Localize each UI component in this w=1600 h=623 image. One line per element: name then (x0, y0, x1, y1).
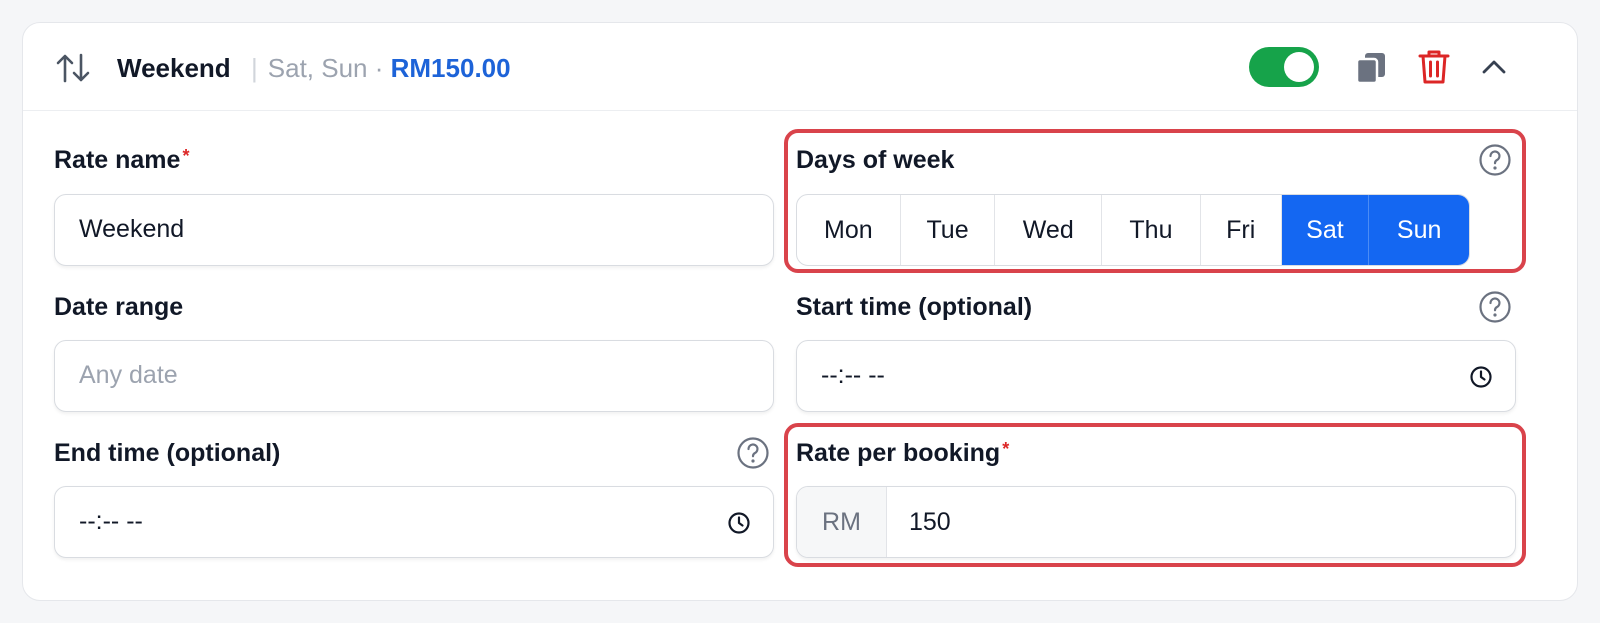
required-mark: * (182, 146, 190, 166)
days-summary: Sat, Sun · (267, 53, 384, 83)
rate-card-header: Weekend | Sat, Sun · RM150.00 (23, 23, 1577, 111)
chevron-up-icon[interactable] (1479, 55, 1509, 79)
days-of-week-label: Days of week (796, 146, 955, 174)
rate-name-input[interactable]: Weekend (54, 194, 774, 266)
date-range-input[interactable]: Any date (54, 340, 774, 412)
rate-per-booking-label: Rate per booking * (796, 437, 1009, 469)
rate-value[interactable]: 150 (909, 487, 951, 557)
rate-price: RM150.00 (390, 53, 511, 83)
rate-per-booking-input[interactable]: RM 150 (796, 486, 1516, 558)
header-separator: | (251, 53, 258, 83)
end-time-value: --:-- -- (79, 507, 143, 535)
rate-name-label: Rate name * (54, 144, 189, 176)
required-mark: * (1002, 439, 1010, 459)
date-range-label: Date range (54, 293, 184, 321)
help-icon[interactable] (736, 436, 770, 470)
currency-prefix: RM (797, 487, 887, 557)
toggle-knob (1284, 52, 1314, 82)
day-thu-button[interactable]: Thu (1102, 195, 1201, 265)
clock-icon[interactable] (727, 511, 751, 535)
enabled-toggle[interactable] (1249, 47, 1319, 87)
day-sat-button[interactable]: Sat (1281, 195, 1370, 265)
end-time-label: End time (optional) (54, 439, 281, 467)
help-icon[interactable] (1478, 290, 1512, 324)
rate-summary: | Sat, Sun · RM150.00 (251, 51, 511, 85)
trash-icon[interactable] (1417, 49, 1451, 85)
end-time-input[interactable]: --:-- -- (54, 486, 774, 558)
copy-icon[interactable] (1355, 51, 1387, 85)
start-time-input[interactable]: --:-- -- (796, 340, 1516, 412)
rate-per-booking-label-text: Rate per booking (796, 439, 1001, 467)
start-time-label: Start time (optional) (796, 293, 1033, 321)
clock-icon[interactable] (1469, 365, 1493, 389)
sort-arrows-icon[interactable] (55, 51, 91, 85)
day-wed-button[interactable]: Wed (995, 195, 1103, 265)
help-icon[interactable] (1478, 143, 1512, 177)
rate-name-label-text: Rate name (54, 146, 181, 174)
day-tue-button[interactable]: Tue (901, 195, 996, 265)
start-time-value: --:-- -- (821, 361, 885, 389)
days-of-week-selector: Mon Tue Wed Thu Fri Sat Sun (796, 194, 1470, 266)
day-fri-button[interactable]: Fri (1201, 195, 1282, 265)
day-sun-button[interactable]: Sun (1369, 195, 1469, 265)
rate-title: Weekend (117, 53, 231, 83)
day-mon-button[interactable]: Mon (797, 195, 901, 265)
